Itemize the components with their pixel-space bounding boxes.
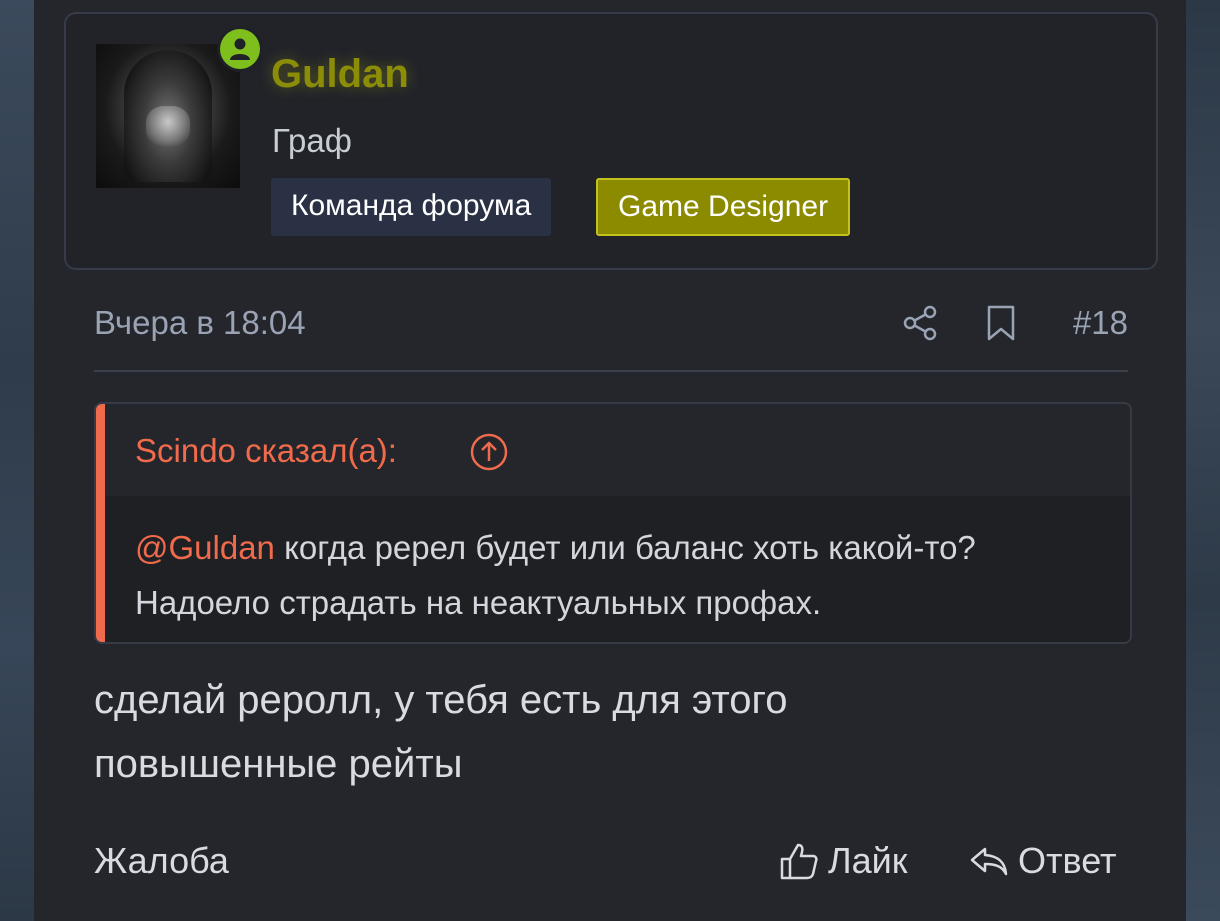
report-button[interactable]: Жалоба [94,840,229,882]
thumbs-up-icon [780,843,818,880]
arrow-up-circle-icon[interactable] [469,432,509,472]
reply-icon [970,847,1008,876]
page-background-left [0,0,34,921]
quote-accent-bar [96,404,105,642]
post-number[interactable]: #18 [1073,304,1128,342]
page-background-right [1186,0,1220,921]
banner-game-designer: Game Designer [596,178,851,236]
quote-text: @Guldan когда ререл будет или баланс хот… [135,520,1095,630]
quote-author[interactable]: Scindo сказал(а): [135,432,397,470]
reply-label: Ответ [1018,840,1117,881]
online-status-badge [217,26,263,72]
banner-forum-team: Команда форума [271,178,552,236]
user-card: Guldan Граф Команда форума Game Designer [64,12,1158,270]
user-avatar[interactable] [96,44,240,188]
post-message: сделай реролл, у тебя есть для этого пов… [94,678,788,786]
post-date[interactable]: Вчера в 18:04 [94,304,306,342]
quote-header: Scindo сказал(а): [105,404,1130,496]
user-title: Граф [272,122,352,159]
like-button[interactable]: Лайк [778,840,908,882]
avatar-face [146,106,190,146]
share-icon[interactable] [902,304,938,342]
quote-body: @Guldan когда ререл будет или баланс хот… [105,496,1130,642]
user-online-icon [220,29,260,69]
bookmark-icon[interactable] [986,304,1016,342]
reply-button[interactable]: Ответ [968,840,1117,882]
post-actions: Жалоба Лайк Ответ [94,830,1128,890]
post-meta: Вчера в 18:04 #18 [94,300,1128,372]
quote-block: Scindo сказал(а): @Guldan когда ререл бу… [94,402,1132,644]
forum-post: Guldan Граф Команда форума Game Designer… [34,0,1186,921]
like-label: Лайк [828,840,908,881]
username-link[interactable]: Guldan [271,52,409,97]
quote-mention-link[interactable]: @Guldan [135,529,275,566]
